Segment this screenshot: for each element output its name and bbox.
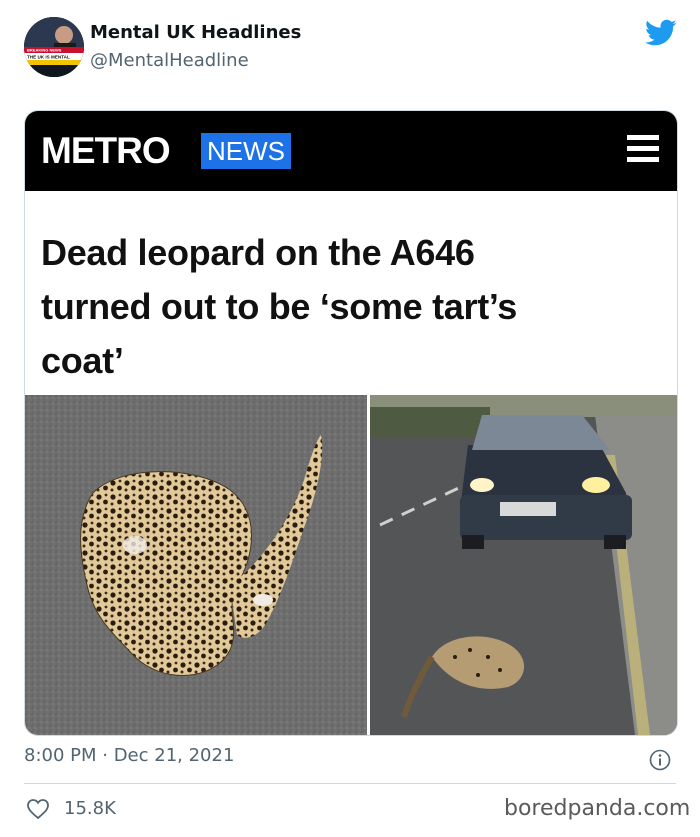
author-name[interactable]: Mental UK Headlines bbox=[90, 22, 301, 43]
news-section-badge[interactable]: NEWS bbox=[201, 133, 291, 169]
car-and-coat-road-photo bbox=[370, 395, 677, 735]
info-icon[interactable] bbox=[649, 749, 671, 771]
author-handle[interactable]: @MentalHeadline bbox=[90, 50, 249, 71]
like-count[interactable]: 15.8K bbox=[64, 798, 116, 819]
leopard-coat-closeup-photo bbox=[25, 395, 367, 735]
avatar-caption-text: THE UK IS MENTAL bbox=[27, 55, 70, 60]
twitter-bird-icon[interactable] bbox=[645, 19, 677, 47]
article-headline: Dead leopard on the A646 turned out to b… bbox=[41, 226, 661, 388]
article-card[interactable]: METRO NEWS Dead leopard on the A646 turn… bbox=[24, 110, 678, 736]
headline-line-2: turned out to be ‘some tart’s bbox=[41, 286, 517, 327]
menu-icon[interactable] bbox=[627, 135, 661, 169]
heart-icon[interactable] bbox=[26, 798, 50, 820]
avatar-image: BREAKING NEWS THE UK IS MENTAL bbox=[24, 17, 84, 77]
metro-logo[interactable]: METRO bbox=[41, 131, 171, 171]
metro-header-bar: METRO NEWS bbox=[25, 111, 677, 191]
tweet-header: BREAKING NEWS THE UK IS MENTAL Mental UK… bbox=[0, 0, 700, 90]
divider bbox=[24, 783, 676, 784]
tweet-timestamp[interactable]: 8:00 PM · Dec 21, 2021 bbox=[24, 745, 234, 766]
headline-line-1: Dead leopard on the A646 bbox=[41, 232, 475, 273]
avatar-banner-text: BREAKING NEWS bbox=[27, 48, 62, 53]
avatar[interactable]: BREAKING NEWS THE UK IS MENTAL bbox=[24, 17, 84, 77]
headline-line-3: coat’ bbox=[41, 340, 124, 381]
boredpanda-watermark: boredpanda.com bbox=[504, 796, 691, 821]
